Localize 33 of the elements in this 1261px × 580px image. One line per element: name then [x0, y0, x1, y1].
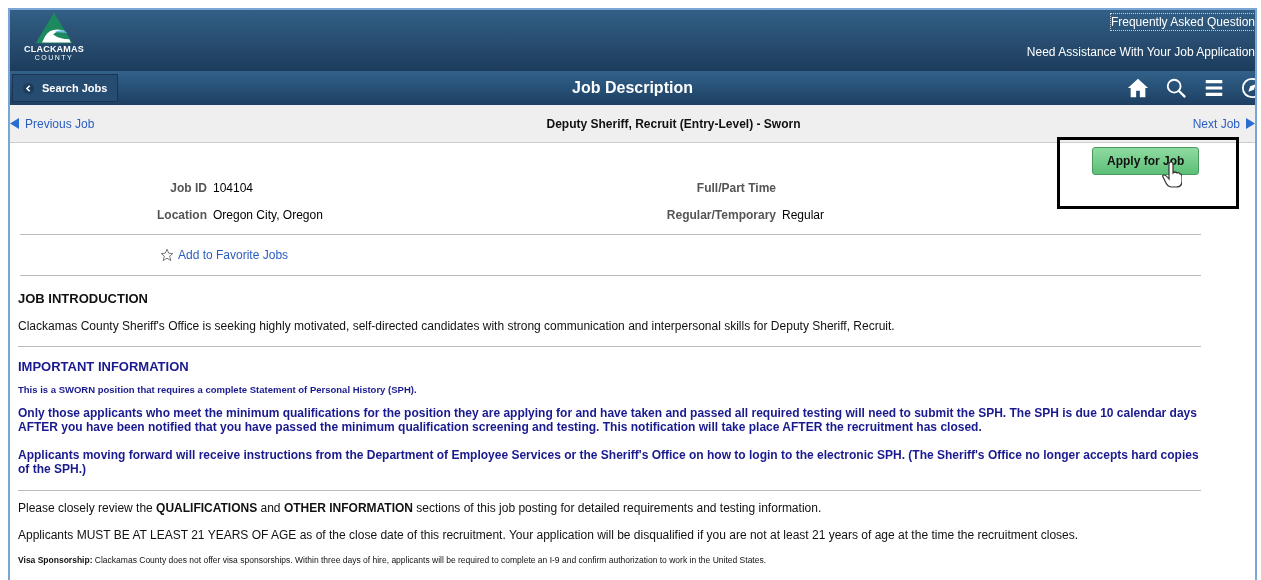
field-value: Oregon City, Oregon: [213, 208, 323, 222]
search-jobs-button[interactable]: Search Jobs: [12, 74, 119, 102]
search-icon[interactable]: [1165, 77, 1187, 99]
page-title: Job Description: [572, 79, 693, 97]
section-heading: JOB INTRODUCTION: [18, 291, 149, 306]
important-paragraph: Applicants moving forward will receive instructions from the Department of Employee Services or the Sheriff's Office on how to login to the electronic SPH. (The Sheriff's Office no longer accepts hard copies of the SPH.): [18, 448, 1200, 476]
field-label: Location: [156, 208, 207, 222]
apply-for-job-button[interactable]: Apply for Job: [1092, 147, 1200, 175]
job-title: Deputy Sheriff, Recruit (Entry-Level) - Sworn: [546, 116, 801, 131]
field-value: 104104: [213, 181, 254, 195]
star-icon: [160, 248, 174, 262]
intro-text: Clackamas County Sheriff's Office is seeking highly motivated, self-directed candidates with strong communication and interpersonal skills for Deputy Sheriff, Recruit.: [18, 319, 896, 333]
previous-job-link[interactable]: Previous Job: [10, 116, 95, 131]
note-paragraph: Visa Sponsorship: Clackamas County does not offer visa sponsorships. Within three days of hire, applicants will be required to complete an I-9 and confirm authorization to work in the United States.: [18, 555, 768, 565]
mountain-logo-icon: [34, 12, 74, 44]
header-link[interactable]: Frequently Asked Question: [1110, 14, 1255, 30]
triangle-right-icon: [1246, 118, 1255, 129]
header-link[interactable]: Need Assistance With Your Job Application: [1026, 44, 1255, 60]
triangle-left-icon: [10, 118, 19, 129]
menu-icon[interactable]: [1203, 77, 1225, 99]
important-paragraph: Only those applicants who meet the minimum qualifications for the position they are applying for and have taken and passed all required testing will need to submit the SPH. The SPH is due 10 calendar days AFTER you have been notified that you have passed the minimum qualification screening and testing. This notification will take place AFTER the recruitment has closed.: [18, 406, 1198, 434]
field-label: Regular/Temporary: [665, 208, 776, 222]
home-icon[interactable]: [1127, 77, 1149, 99]
next-job-link[interactable]: Next Job: [1192, 116, 1255, 131]
note-paragraph: Applicants MUST BE AT LEAST 21 YEARS OF AGE as of the close date of this recruitment. Your application will be disqualified if you are not at least 21 years of age at the time the recruitment closes.: [18, 528, 1080, 542]
note-paragraph: Please closely review the QUALIFICATIONS and OTHER INFORMATION sections of this job posting for detailed requirements and testing information.: [18, 501, 823, 515]
field-label: Job ID: [169, 181, 207, 195]
section-heading: IMPORTANT INFORMATION: [18, 359, 190, 374]
important-paragraph: This is a SWORN position that requires a complete Statement of Personal History (SPH).: [18, 384, 418, 395]
field-label: Full/Part Time: [695, 181, 776, 195]
chevron-left-icon: [23, 82, 34, 94]
field-value: Regular: [782, 208, 825, 222]
add-to-favorites-link[interactable]: Add to Favorite Jobs: [160, 235, 289, 275]
